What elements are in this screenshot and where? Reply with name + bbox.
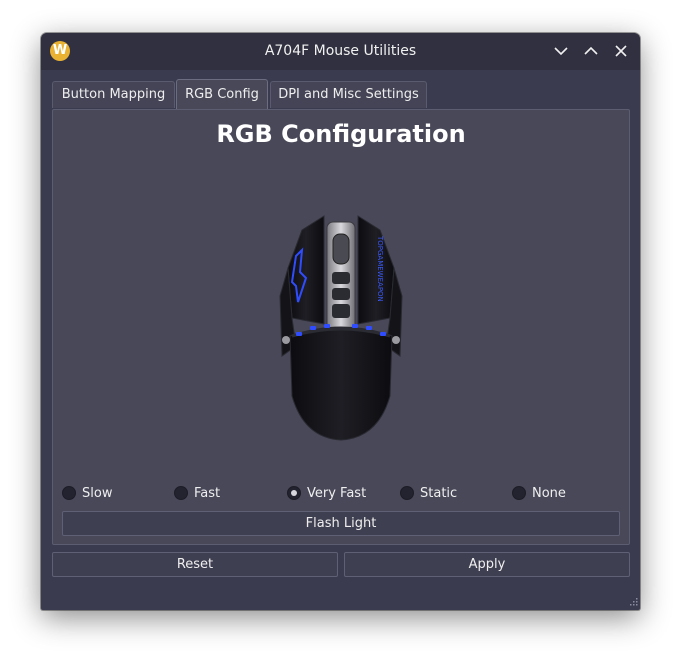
maximize-button[interactable] [581,41,601,61]
tab-dpi-misc-settings[interactable]: DPI and Misc Settings [270,81,427,108]
radio-label: Very Fast [307,485,367,501]
radio-static[interactable]: Static [400,484,457,502]
speed-radio-group: Slow Fast Very Fast Static None [53,484,629,502]
chevron-up-icon [584,46,598,55]
apply-button[interactable]: Apply [344,552,630,577]
radio-fast[interactable]: Fast [174,484,220,502]
tab-button-mapping[interactable]: Button Mapping [52,81,175,108]
resize-grip-icon[interactable] [628,598,638,608]
close-button[interactable] [611,41,631,61]
radio-indicator [174,486,188,500]
page-title: RGB Configuration [216,120,466,148]
radio-indicator [62,486,76,500]
mouse-brand-text: TOPGAMEWEAPON [376,235,384,302]
radio-label: Fast [194,485,221,501]
flash-light-button[interactable]: Flash Light [62,511,620,536]
reset-button[interactable]: Reset [52,552,338,577]
minimize-button[interactable] [551,41,571,61]
rgb-config-panel: RGB Configuration TOPGAMEWEAPON Slow Fas… [52,109,630,545]
radio-indicator [512,486,526,500]
chevron-down-icon [554,47,568,56]
radio-indicator [400,486,414,500]
radio-label: Static [420,485,458,501]
tab-rgb-config[interactable]: RGB Config [176,79,268,109]
radio-indicator-checked [287,486,301,500]
close-icon [615,45,627,57]
app-window: W A704F Mouse Utilities Button Mapping R… [41,33,640,610]
radio-slow[interactable]: Slow [62,484,112,502]
radio-label: Slow [82,485,113,501]
radio-label: None [532,485,566,501]
title-bar: W A704F Mouse Utilities [41,33,640,70]
mouse-image: TOPGAMEWEAPON [279,215,403,441]
radio-none[interactable]: None [512,484,566,502]
radio-very-fast[interactable]: Very Fast [287,484,366,502]
